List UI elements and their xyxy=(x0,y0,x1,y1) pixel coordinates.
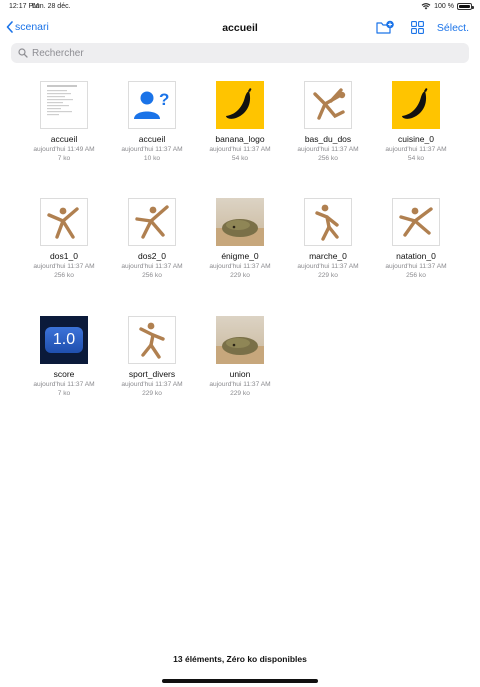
file-size: 10 ko xyxy=(143,155,161,162)
file-date: aujourd'hui 11:37 AM xyxy=(209,146,271,153)
file-item[interactable]: énigme_0 aujourd'hui 11:37 AM 229 ko xyxy=(200,198,280,279)
file-name: bas_du_dos xyxy=(304,134,352,144)
file-name: accueil xyxy=(138,134,166,144)
sand-photo-icon xyxy=(216,198,264,246)
file-date: aujourd'hui 11:37 AM xyxy=(385,263,447,270)
battery-percent: 100 % xyxy=(434,2,454,10)
file-size: 256 ko xyxy=(142,272,162,279)
photo-thumbnail xyxy=(216,198,264,246)
file-size: 54 ko xyxy=(231,155,249,162)
file-date: aujourd'hui 11:37 AM xyxy=(209,381,271,388)
wooden-mannequin-icon xyxy=(315,204,339,241)
file-date: aujourd'hui 11:37 AM xyxy=(33,263,95,270)
file-name: marche_0 xyxy=(309,251,347,261)
file-size: 229 ko xyxy=(230,390,250,397)
status-bar: 12:17 PM Lun. 28 déc. 100 % xyxy=(0,0,480,14)
file-size: 229 ko xyxy=(230,272,250,279)
home-indicator[interactable] xyxy=(162,679,318,683)
file-item[interactable]: sport_divers aujourd'hui 11:37 AM 229 ko xyxy=(112,316,192,397)
document-icon xyxy=(47,85,77,116)
wooden-mannequin-icon xyxy=(135,205,169,239)
file-name: sport_divers xyxy=(128,369,176,379)
mannequin-thumbnail xyxy=(40,198,88,246)
unknown-file-thumbnail: ? xyxy=(128,81,176,129)
score-badge: 1.0 xyxy=(45,327,83,353)
status-right: 100 % xyxy=(421,2,474,10)
file-size: 7 ko xyxy=(57,155,71,162)
file-date: aujourd'hui 11:37 AM xyxy=(209,263,271,270)
banana-thumbnail xyxy=(392,81,440,129)
file-size: 229 ko xyxy=(142,390,162,397)
page-title: accueil xyxy=(222,22,258,34)
file-name: énigme_0 xyxy=(221,251,259,261)
file-date: aujourd'hui 11:37 AM xyxy=(121,381,183,388)
file-size: 7 ko xyxy=(57,390,71,397)
nav-bar: scenari accueil Sélect. xyxy=(0,14,480,42)
file-item[interactable]: cuisine_0 aujourd'hui 11:37 AM 54 ko xyxy=(376,81,456,162)
status-date: Lun. 28 déc. xyxy=(32,3,71,10)
sand-photo-icon xyxy=(216,316,264,364)
search-bar[interactable] xyxy=(11,43,469,63)
file-item[interactable]: dos1_0 aujourd'hui 11:37 AM 256 ko xyxy=(24,198,104,279)
battery-fill xyxy=(459,4,470,8)
file-item[interactable]: natation_0 aujourd'hui 11:37 AM 256 ko xyxy=(376,198,456,279)
file-name: banana_logo xyxy=(215,134,265,144)
mannequin-thumbnail xyxy=(304,81,352,129)
file-name: cuisine_0 xyxy=(398,134,434,144)
file-name: score xyxy=(53,369,75,379)
file-item[interactable]: 1.0 score aujourd'hui 11:37 AM 7 ko xyxy=(24,316,104,397)
mannequin-thumbnail xyxy=(128,316,176,364)
file-date: aujourd'hui 11:37 AM xyxy=(385,146,447,153)
file-date: aujourd'hui 11:49 AM xyxy=(33,146,95,153)
mannequin-thumbnail xyxy=(128,198,176,246)
wooden-mannequin-icon xyxy=(47,207,79,239)
file-date: aujourd'hui 11:37 AM xyxy=(297,263,359,270)
file-date: aujourd'hui 11:37 AM xyxy=(33,381,95,388)
search-input[interactable] xyxy=(32,47,432,59)
file-name: dos2_0 xyxy=(138,251,166,261)
wifi-icon xyxy=(421,3,431,10)
search-icon xyxy=(18,48,28,58)
file-item[interactable]: marche_0 aujourd'hui 11:37 AM 229 ko xyxy=(288,198,368,279)
storage-summary: 13 éléments, Zéro ko disponibles xyxy=(173,654,307,664)
svg-text:?: ? xyxy=(159,90,169,109)
grid-view-icon[interactable] xyxy=(411,21,424,34)
file-date: aujourd'hui 11:37 AM xyxy=(297,146,359,153)
person-question-icon: ? xyxy=(134,90,169,119)
banana-thumbnail xyxy=(216,81,264,129)
file-size: 256 ko xyxy=(406,272,426,279)
wooden-mannequin-icon xyxy=(399,207,433,237)
file-item[interactable]: bas_du_dos aujourd'hui 11:37 AM 256 ko xyxy=(288,81,368,162)
photo-thumbnail xyxy=(216,316,264,364)
score-thumbnail: 1.0 xyxy=(40,316,88,364)
document-thumbnail xyxy=(40,81,88,129)
file-size: 256 ko xyxy=(318,155,338,162)
file-size: 54 ko xyxy=(407,155,425,162)
wooden-mannequin-icon xyxy=(313,88,346,120)
file-date: aujourd'hui 11:37 AM xyxy=(121,263,183,270)
mannequin-thumbnail xyxy=(392,198,440,246)
file-item[interactable]: dos2_0 aujourd'hui 11:37 AM 256 ko xyxy=(112,198,192,279)
file-name: natation_0 xyxy=(396,251,436,261)
file-name: union xyxy=(229,369,251,379)
file-name: dos1_0 xyxy=(50,251,78,261)
mannequin-thumbnail xyxy=(304,198,352,246)
battery-icon xyxy=(457,2,474,10)
file-date: aujourd'hui 11:37 AM xyxy=(121,146,183,153)
file-size: 256 ko xyxy=(54,272,74,279)
file-item[interactable]: accueil aujourd'hui 11:49 AM 7 ko xyxy=(24,81,104,162)
file-name: accueil xyxy=(50,134,78,144)
select-button[interactable]: Sélect. xyxy=(437,22,469,34)
file-size: 229 ko xyxy=(318,272,338,279)
banana-icon xyxy=(226,88,252,119)
banana-icon xyxy=(402,88,428,119)
new-folder-icon[interactable] xyxy=(376,20,394,35)
wooden-mannequin-icon xyxy=(139,322,165,359)
file-item[interactable]: ? accueil aujourd'hui 11:37 AM 10 ko xyxy=(112,81,192,162)
file-item[interactable]: banana_logo aujourd'hui 11:37 AM 54 ko xyxy=(200,81,280,162)
file-item[interactable]: union aujourd'hui 11:37 AM 229 ko xyxy=(200,316,280,397)
